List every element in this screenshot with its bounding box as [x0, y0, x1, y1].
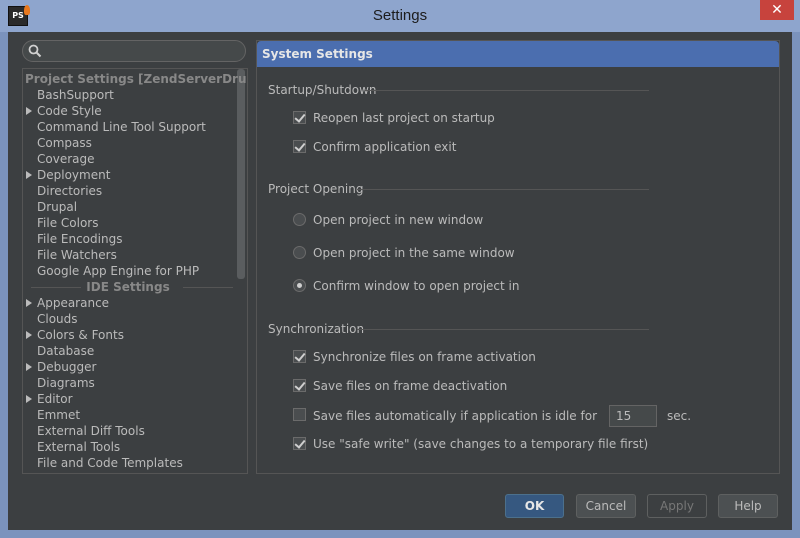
safe-write-label: Use "safe write" (save changes to a temp…	[313, 437, 649, 451]
tree-item-label: Google App Engine for PHP	[37, 264, 200, 278]
cancel-button[interactable]: Cancel	[576, 494, 636, 518]
settings-tree[interactable]: Project Settings [ZendServerDrupal] Bash…	[22, 68, 248, 474]
tree-item-label: Database	[37, 344, 95, 358]
idle-seconds-input[interactable]: 15	[609, 405, 657, 427]
close-button[interactable]: ✕	[760, 0, 794, 20]
tree-item-label: File and Code Templates	[37, 456, 183, 470]
tree-item-label: Deployment	[37, 168, 111, 182]
expand-arrow-icon[interactable]	[26, 107, 32, 115]
panel-title: System Settings	[257, 41, 779, 67]
tree-item-label: Command Line Tool Support	[37, 120, 206, 134]
section-divider	[365, 90, 649, 91]
reopen-last-project-label: Reopen last project on startup	[313, 111, 495, 125]
expand-arrow-icon[interactable]	[26, 299, 32, 307]
section-divider	[357, 329, 649, 330]
sync-on-activation-label: Synchronize files on frame activation	[313, 350, 536, 364]
section-divider	[357, 189, 649, 190]
tree-item-label: BashSupport	[37, 88, 114, 102]
tree-item-label: External Tools	[37, 440, 121, 454]
window-title: Settings	[372, 7, 428, 24]
startup-section-title: Startup/Shutdown	[268, 83, 377, 97]
save-on-deactivation-label: Save files on frame deactivation	[313, 379, 508, 393]
tree-item-label: File Watchers	[37, 248, 117, 262]
save-on-deactivation-checkbox[interactable]	[293, 379, 306, 392]
tree-item-label: File Colors	[37, 216, 99, 230]
confirm-exit-label: Confirm application exit	[313, 140, 457, 154]
ok-button[interactable]: OK	[505, 494, 564, 518]
tree-item-label: Code Style	[37, 104, 102, 118]
tree-item-label: Appearance	[37, 296, 110, 310]
expand-arrow-icon[interactable]	[26, 171, 32, 179]
reopen-last-project-checkbox[interactable]	[293, 111, 306, 124]
tree-item-label: External Diff Tools	[37, 424, 145, 438]
search-icon	[28, 44, 42, 58]
expand-arrow-icon[interactable]	[26, 395, 32, 403]
open-new-window-label: Open project in new window	[313, 213, 484, 227]
tree-item-label: Colors & Fonts	[37, 328, 124, 342]
tree-item-label: Emmet	[37, 408, 81, 422]
ide-settings-header: IDE Settings	[23, 279, 233, 295]
idle-seconds-unit: sec.	[667, 409, 692, 423]
project-opening-section-title: Project Opening	[268, 182, 364, 196]
dialog-body: Project Settings [ZendServerDrupal] Bash…	[8, 32, 792, 530]
tree-item-label: Directories	[37, 184, 103, 198]
tree-item-label: Compass	[37, 136, 92, 150]
help-button[interactable]: Help	[718, 494, 778, 518]
apply-button[interactable]: Apply	[647, 494, 707, 518]
project-settings-header: Project Settings [ZendServerDrupal]	[25, 72, 247, 86]
tree-item-label: Coverage	[37, 152, 95, 166]
tree-item-label: File Encodings	[37, 232, 123, 246]
tree-item-label: Debugger	[37, 360, 97, 374]
system-settings-panel: System Settings Startup/Shutdown Reopen …	[256, 40, 780, 474]
tree-item-label: Editor	[37, 392, 73, 406]
save-when-idle-checkbox[interactable]	[293, 408, 306, 421]
open-same-window-label: Open project in the same window	[313, 246, 515, 260]
title-bar[interactable]: PS Settings ✕	[0, 0, 800, 32]
settings-search-input[interactable]	[22, 40, 246, 62]
confirm-window-label: Confirm window to open project in	[313, 279, 520, 293]
open-same-window-radio[interactable]	[293, 246, 306, 259]
confirm-exit-checkbox[interactable]	[293, 140, 306, 153]
open-new-window-radio[interactable]	[293, 213, 306, 226]
synchronization-section-title: Synchronization	[268, 322, 365, 336]
tree-item-label: Clouds	[37, 312, 78, 326]
tree-scrollbar[interactable]	[237, 69, 245, 279]
save-when-idle-label: Save files automatically if application …	[313, 409, 597, 423]
expand-arrow-icon[interactable]	[26, 363, 32, 371]
safe-write-checkbox[interactable]	[293, 437, 306, 450]
save-when-idle-option[interactable]: Save files automatically if application …	[293, 405, 713, 429]
tree-item-label: Diagrams	[37, 376, 95, 390]
sync-on-activation-checkbox[interactable]	[293, 350, 306, 363]
tree-item-label: Drupal	[37, 200, 78, 214]
confirm-window-radio[interactable]	[293, 279, 306, 292]
expand-arrow-icon[interactable]	[26, 331, 32, 339]
settings-window: PS Settings ✕ Project Settings [ZendServ…	[0, 0, 800, 538]
